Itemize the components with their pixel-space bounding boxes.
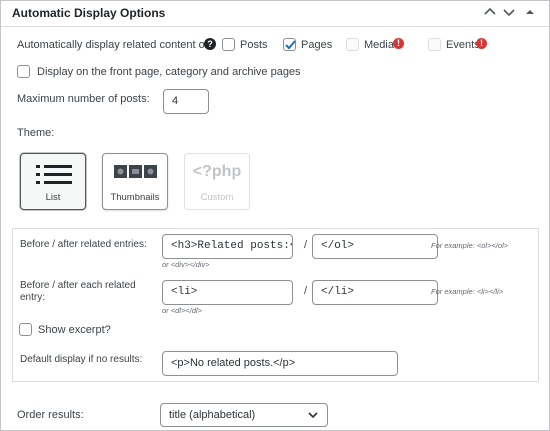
html-options-box: Before / after related entries: <h3>Rela…	[12, 228, 539, 382]
move-up-button[interactable]	[482, 3, 498, 21]
no-results-input[interactable]: <p>No related posts.</p>	[162, 351, 398, 376]
order-results-select[interactable]: title (alphabetical)	[160, 403, 328, 427]
chevron-down-icon	[503, 9, 515, 17]
media-checkbox	[346, 38, 359, 51]
theme-list-label: List	[45, 192, 61, 203]
panel-title: Automatic Display Options	[12, 6, 166, 20]
theme-list-option[interactable]: List	[20, 153, 86, 210]
order-results-label: Order results:	[17, 409, 84, 421]
display-on-label: Automatically display related content on…	[17, 39, 214, 51]
after-entries-input[interactable]: </ol>	[312, 234, 438, 259]
move-down-button[interactable]	[501, 3, 517, 21]
show-excerpt-checkbox[interactable]	[19, 323, 32, 336]
toggle-panel-button[interactable]	[522, 3, 538, 21]
max-posts-label: Maximum number of posts:	[17, 93, 150, 105]
max-posts-input[interactable]: 4	[163, 89, 209, 114]
chevron-up-icon	[484, 7, 496, 15]
thumbnails-icon	[114, 165, 157, 178]
list-icon	[36, 165, 72, 184]
automatic-display-options-panel: Automatic Display Options Automatically …	[0, 0, 550, 431]
theme-custom-label: Custom	[200, 192, 234, 203]
posts-label: Posts	[240, 39, 268, 51]
events-checkbox	[428, 38, 441, 51]
before-each-input[interactable]: <li>	[162, 280, 293, 305]
php-icon: <?php	[192, 163, 242, 180]
caret-up-icon	[526, 10, 534, 14]
theme-thumbnails-option[interactable]: Thumbnails	[102, 153, 168, 210]
each-example-hint-2: or <dl></dl>	[162, 306, 203, 315]
theme-custom-option: <?php Custom	[184, 153, 250, 210]
after-each-input[interactable]: </li>	[312, 280, 438, 305]
entries-separator: /	[304, 239, 308, 251]
archive-pages-label: Display on the front page, category and …	[37, 66, 301, 78]
no-results-label: Default display if no results:	[20, 354, 143, 365]
show-excerpt-label: Show excerpt?	[38, 324, 111, 336]
media-alert-icon: !	[393, 38, 404, 49]
events-alert-icon: !	[476, 38, 487, 49]
help-icon[interactable]: ?	[204, 38, 216, 50]
entries-example-hint-2: or <div></div>	[162, 260, 210, 269]
panel-header: Automatic Display Options	[1, 1, 549, 27]
theme-thumbnails-label: Thumbnails	[110, 192, 160, 203]
entries-example-hint: For example: <ol></ol>	[431, 241, 509, 250]
events-label: Events	[446, 39, 480, 51]
chevron-down-icon	[308, 412, 318, 419]
theme-label: Theme:	[17, 127, 55, 139]
posts-checkbox[interactable]	[222, 38, 235, 51]
before-entries-input[interactable]: <h3>Related posts:<	[162, 234, 293, 259]
checkmark-icon	[285, 40, 296, 50]
pages-label: Pages	[301, 39, 333, 51]
pages-checkbox[interactable]	[283, 38, 296, 51]
archive-pages-checkbox[interactable]	[17, 65, 30, 78]
order-results-value: title (alphabetical)	[169, 409, 256, 421]
each-separator: /	[304, 285, 308, 297]
media-label: Media	[364, 39, 394, 51]
before-after-each-label: Before / after each related entry:	[20, 280, 136, 303]
each-example-hint: For example: <li></li>	[431, 287, 504, 296]
before-after-entries-label: Before / after related entries:	[20, 239, 147, 250]
